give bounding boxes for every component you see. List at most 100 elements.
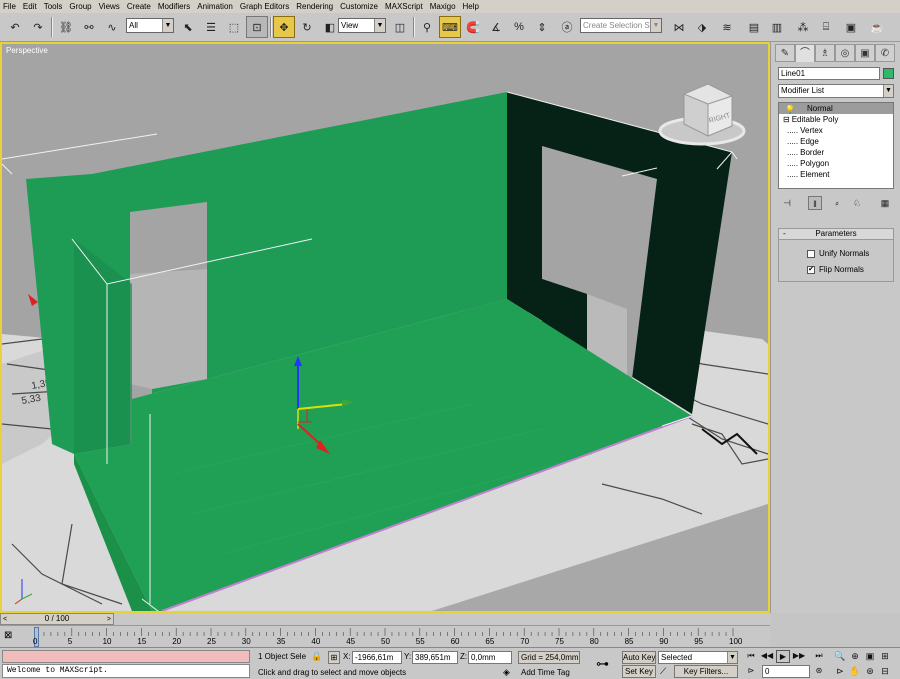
- quick-render-button[interactable]: ☕: [866, 16, 888, 38]
- select-manipulate-button[interactable]: ⚲: [416, 16, 438, 38]
- menu-graph-editors[interactable]: Graph Editors: [240, 0, 289, 13]
- key-mode-toggle-button[interactable]: ⊳: [744, 665, 758, 678]
- stack-item-element[interactable]: ..... Element: [779, 169, 893, 180]
- z-coordinate-field[interactable]: 0,0mm: [468, 651, 512, 664]
- material-editor-button[interactable]: ⁂: [792, 16, 814, 38]
- viewcube[interactable]: RIGHT: [658, 83, 746, 146]
- motion-tab[interactable]: ◎: [835, 44, 855, 62]
- key-filters-button[interactable]: Key Filters...: [674, 665, 738, 678]
- arc-rotate-button[interactable]: ⊛: [863, 665, 877, 678]
- show-end-result-button[interactable]: ‖: [808, 196, 822, 210]
- zoom-button[interactable]: 🔍: [833, 650, 847, 663]
- field-of-view-button[interactable]: ⊳: [833, 665, 847, 678]
- menu-views[interactable]: Views: [99, 0, 120, 13]
- previous-frame-button[interactable]: ◀◀: [760, 650, 774, 663]
- pan-view-button[interactable]: ✋: [848, 665, 862, 678]
- mirror-button[interactable]: ⋈: [668, 16, 690, 38]
- display-tab[interactable]: ▣: [855, 44, 875, 62]
- menu-edit[interactable]: Edit: [23, 0, 37, 13]
- menu-rendering[interactable]: Rendering: [296, 0, 333, 13]
- set-key-button[interactable]: Set Key: [622, 665, 656, 678]
- snaps-toggle-button[interactable]: 🧲: [462, 16, 484, 38]
- menu-tools[interactable]: Tools: [44, 0, 63, 13]
- key-icon[interactable]: ⊶: [596, 657, 609, 670]
- next-frame-button[interactable]: ▶▶: [792, 650, 806, 663]
- named-selection-sets-dropdown[interactable]: Create Selection Set ▼: [580, 18, 662, 33]
- configure-modifier-sets-button[interactable]: ▦: [878, 196, 892, 210]
- layer-manager-button[interactable]: ≋: [716, 16, 738, 38]
- schematic-view-button[interactable]: ▥: [766, 16, 788, 38]
- time-configuration-button[interactable]: ⊛: [812, 665, 826, 678]
- object-color-swatch[interactable]: [883, 68, 894, 79]
- redo-button[interactable]: ↷: [27, 16, 49, 38]
- viewport-label[interactable]: Perspective: [6, 46, 48, 55]
- key-mode-dropdown[interactable]: Selected ▼: [658, 651, 738, 664]
- set-key-tangent-icon[interactable]: ⟋: [660, 665, 666, 678]
- reference-coordinate-dropdown[interactable]: View ▼: [338, 18, 386, 33]
- menu-maxscript[interactable]: MAXScript: [385, 0, 423, 13]
- menu-customize[interactable]: Customize: [340, 0, 378, 13]
- x-coordinate-field[interactable]: -1966,61m: [352, 651, 402, 664]
- zoom-extents-all-button[interactable]: ⊞: [878, 650, 892, 663]
- absolute-mode-button[interactable]: ⊞: [328, 651, 340, 664]
- unlink-button[interactable]: ⚯: [78, 16, 100, 38]
- menu-help[interactable]: Help: [463, 0, 479, 13]
- keyboard-shortcut-override-button[interactable]: ⌨: [439, 16, 461, 38]
- flip-normals-box[interactable]: ✔: [807, 265, 815, 274]
- menu-create[interactable]: Create: [127, 0, 151, 13]
- edit-named-selection-button[interactable]: ⓐ: [556, 16, 578, 38]
- spinner-snap-button[interactable]: ⇕: [531, 16, 553, 38]
- create-tab[interactable]: ✎: [775, 44, 795, 62]
- play-button[interactable]: ▶: [776, 650, 790, 663]
- stack-item-editable-poly[interactable]: ⊟ Editable Poly: [779, 114, 893, 125]
- hierarchy-tab[interactable]: ♗: [815, 44, 835, 62]
- window-crossing-button[interactable]: ⊡: [246, 16, 268, 38]
- select-and-link-button[interactable]: ⛓: [55, 16, 77, 38]
- stack-item-edge[interactable]: ..... Edge: [779, 136, 893, 147]
- time-slider-left-arrow[interactable]: <: [3, 615, 7, 625]
- select-and-move-button[interactable]: ✥: [273, 16, 295, 38]
- add-time-tag-button[interactable]: Add Time Tag: [521, 666, 570, 679]
- object-name-field[interactable]: Line01: [778, 67, 880, 80]
- parameters-rollout-header[interactable]: - Parameters: [779, 229, 893, 240]
- render-setup-button[interactable]: ⌸: [815, 16, 837, 38]
- undo-button[interactable]: ↶: [4, 16, 26, 38]
- percent-snap-button[interactable]: %: [508, 16, 530, 38]
- auto-key-button[interactable]: Auto Key: [622, 651, 656, 664]
- lock-icon[interactable]: 🔒: [311, 650, 322, 663]
- select-object-button[interactable]: ⬉: [177, 16, 199, 38]
- curve-editor-button[interactable]: ▤: [743, 16, 765, 38]
- utilities-tab[interactable]: ✆: [875, 44, 895, 62]
- rendered-frame-window-button[interactable]: ▣: [840, 16, 862, 38]
- stack-item-vertex[interactable]: ..... Vertex: [779, 125, 893, 136]
- pin-stack-button[interactable]: ⊣: [780, 196, 794, 210]
- menu-maxigo[interactable]: Maxigo: [430, 0, 456, 13]
- stack-item-normal[interactable]: 💡 Normal: [779, 103, 893, 114]
- modifier-list-dropdown[interactable]: Modifier List ▼: [778, 84, 894, 98]
- make-unique-button[interactable]: ⸗: [830, 196, 844, 210]
- remove-modifier-button[interactable]: ♘: [850, 196, 864, 210]
- go-to-start-button[interactable]: ⏮: [744, 650, 758, 663]
- perspective-viewport[interactable]: 1,35 3,66 1,45 5,33: [0, 42, 770, 613]
- selection-filter-dropdown[interactable]: All ▼: [126, 18, 174, 33]
- zoom-all-button[interactable]: ⊕: [848, 650, 862, 663]
- pivot-center-button[interactable]: ◫: [389, 16, 411, 38]
- menu-group[interactable]: Group: [69, 0, 91, 13]
- track-bar[interactable]: ⊠ 0 5 10 15 20 25 30 35 40 45 50 55 60 65 70 75 80 85 90 95…: [0, 625, 770, 647]
- go-to-end-button[interactable]: ⏭: [812, 650, 826, 663]
- menu-modifiers[interactable]: Modifiers: [158, 0, 190, 13]
- unify-normals-box[interactable]: [807, 249, 815, 258]
- maxscript-output[interactable]: Welcome to MAXScript.: [2, 664, 250, 678]
- menu-file[interactable]: File: [3, 0, 16, 13]
- select-and-rotate-button[interactable]: ↻: [296, 16, 318, 38]
- modify-tab[interactable]: ⌒: [795, 44, 815, 62]
- bind-space-warp-button[interactable]: ∿: [101, 16, 123, 38]
- angle-snap-button[interactable]: ∡: [485, 16, 507, 38]
- y-coordinate-field[interactable]: 389,651m: [412, 651, 458, 664]
- current-frame-field[interactable]: 0: [762, 665, 810, 678]
- unify-normals-checkbox[interactable]: Unify Normals: [807, 249, 897, 259]
- time-slider-right-arrow[interactable]: >: [107, 615, 111, 625]
- stack-item-border[interactable]: ..... Border: [779, 147, 893, 158]
- menu-animation[interactable]: Animation: [197, 0, 233, 13]
- flip-normals-checkbox[interactable]: ✔ Flip Normals: [807, 265, 897, 275]
